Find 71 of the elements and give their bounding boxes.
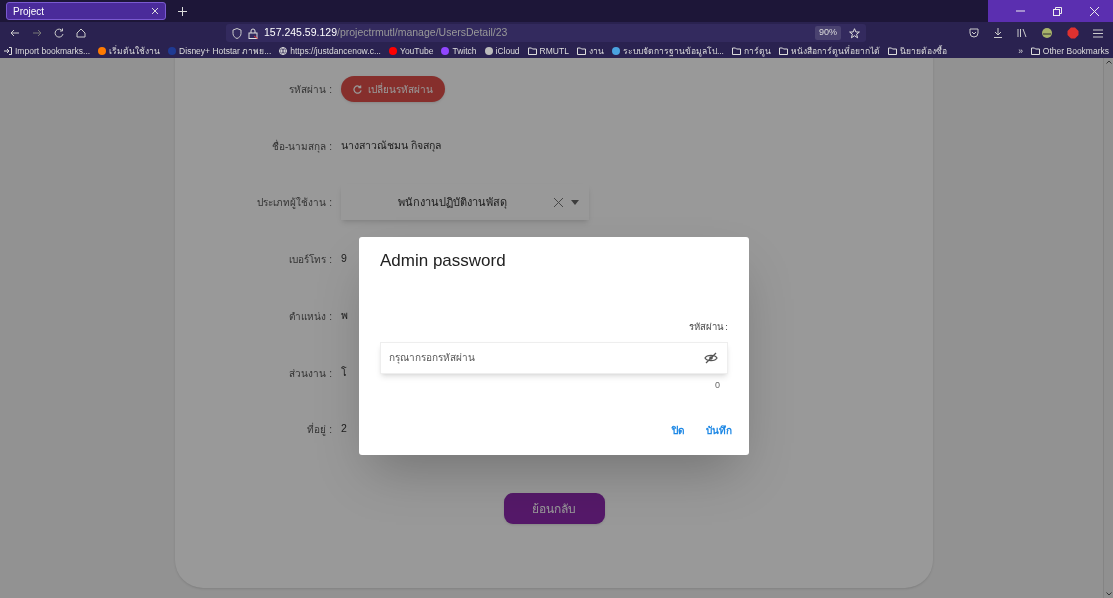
close-icon[interactable] [151,7,159,15]
folder-icon [527,47,537,55]
eye-off-icon[interactable] [704,351,718,364]
bookmark[interactable]: iCloud [484,44,520,58]
back-icon[interactable] [10,28,20,38]
extension-icon[interactable] [1041,27,1053,39]
forward-icon[interactable] [32,28,42,38]
home-icon[interactable] [76,28,86,38]
shield-icon [232,27,242,39]
close-icon[interactable] [1090,6,1099,16]
back-button[interactable]: ย้อนกลับ [503,493,605,524]
new-tab-icon[interactable] [178,6,187,16]
restore-icon[interactable] [1053,6,1062,16]
bookmark[interactable]: Other Bookmarks [1030,44,1109,58]
star-icon[interactable] [849,27,860,39]
password-field[interactable]: กรุณากรอกรหัสผ่าน [380,341,728,374]
field-value: 2 [341,421,347,437]
bookmark[interactable]: RMUTL [527,44,569,58]
field-value: 9 [341,251,347,267]
field-value: พ [341,308,348,324]
field-label: ตำแหน่ง : [288,309,333,324]
scrollbar[interactable] [1103,58,1113,598]
field-value: นางสาวณัชมน กิจสกุล [341,138,441,154]
globe-icon [279,47,288,55]
folder-icon [888,47,897,55]
reload-icon[interactable] [54,28,64,38]
character-counter: 0 [715,378,720,392]
bookmark[interactable]: Disney+ Hotstar ภาพย... [168,44,272,58]
bookmark[interactable]: การ์ตูน [732,44,771,58]
bookmark[interactable]: ระบบจัดการฐานข้อมูลโป... [611,44,724,58]
bookmark[interactable]: งาน [576,44,604,58]
dialog-button[interactable]: บันทึก [698,420,740,442]
folder-icon [732,47,741,55]
caret-icon[interactable] [571,199,579,205]
dialog-title: Admin password [380,250,507,272]
field-label: ชื่อ-นามสกุล : [271,138,333,154]
field-label: ที่อยู่ : [306,421,333,437]
field-label: รหัสผ่าน : [288,82,333,97]
bookmark[interactable]: นิยายต้องซื้อ [888,44,947,58]
user-type-select[interactable]: พนักงานปฏิบัติงานพัสดุ [341,184,589,220]
field-label: ส่วนงาน : [288,366,333,381]
bookmarks-overflow[interactable]: » [1018,44,1023,58]
bookmark[interactable]: Import bookmarks... [4,44,91,58]
pocket-icon[interactable] [969,28,979,38]
menu-icon[interactable] [1093,28,1103,38]
field-value: โ [341,365,347,381]
folder-icon [1030,47,1040,55]
browser-tab[interactable]: Project [6,2,166,20]
bookmark[interactable]: https://justdancenow.c... [279,44,381,58]
bookmark[interactable]: YouTube [389,44,434,58]
folder-icon [779,47,788,55]
refresh-icon [353,84,362,94]
field-label: รหัสผ่าน : [688,319,728,334]
dialog-button[interactable]: ปิด [664,420,692,442]
lock-icon [248,27,258,39]
field-label: ประเภทผู้ใช้งาน : [256,195,333,210]
clear-icon[interactable] [554,197,563,207]
scroll-up-icon[interactable] [1105,60,1112,64]
bookmark[interactable]: Twitch [441,44,477,58]
download-icon[interactable] [993,28,1003,38]
import-icon [4,47,12,55]
scroll-down-icon[interactable] [1105,592,1112,596]
field-label: เบอร์โทร : [288,252,333,267]
folder-icon [576,47,586,55]
zoom-level[interactable]: 90% [815,26,841,40]
adblock-icon[interactable] [1067,27,1079,39]
library-icon[interactable] [1017,28,1027,38]
bookmark[interactable]: หนังสือการ์ตูนที่อยากได้ [779,44,880,58]
url-text: 157.245.59.129/projectrmutl/manage/UsersDetail/23 [264,25,508,41]
address-bar[interactable]: 157.245.59.129/projectrmutl/manage/UsersDetail/23 90% [226,24,866,42]
bookmark[interactable]: เริ่มต้นใช้งาน [98,44,161,58]
